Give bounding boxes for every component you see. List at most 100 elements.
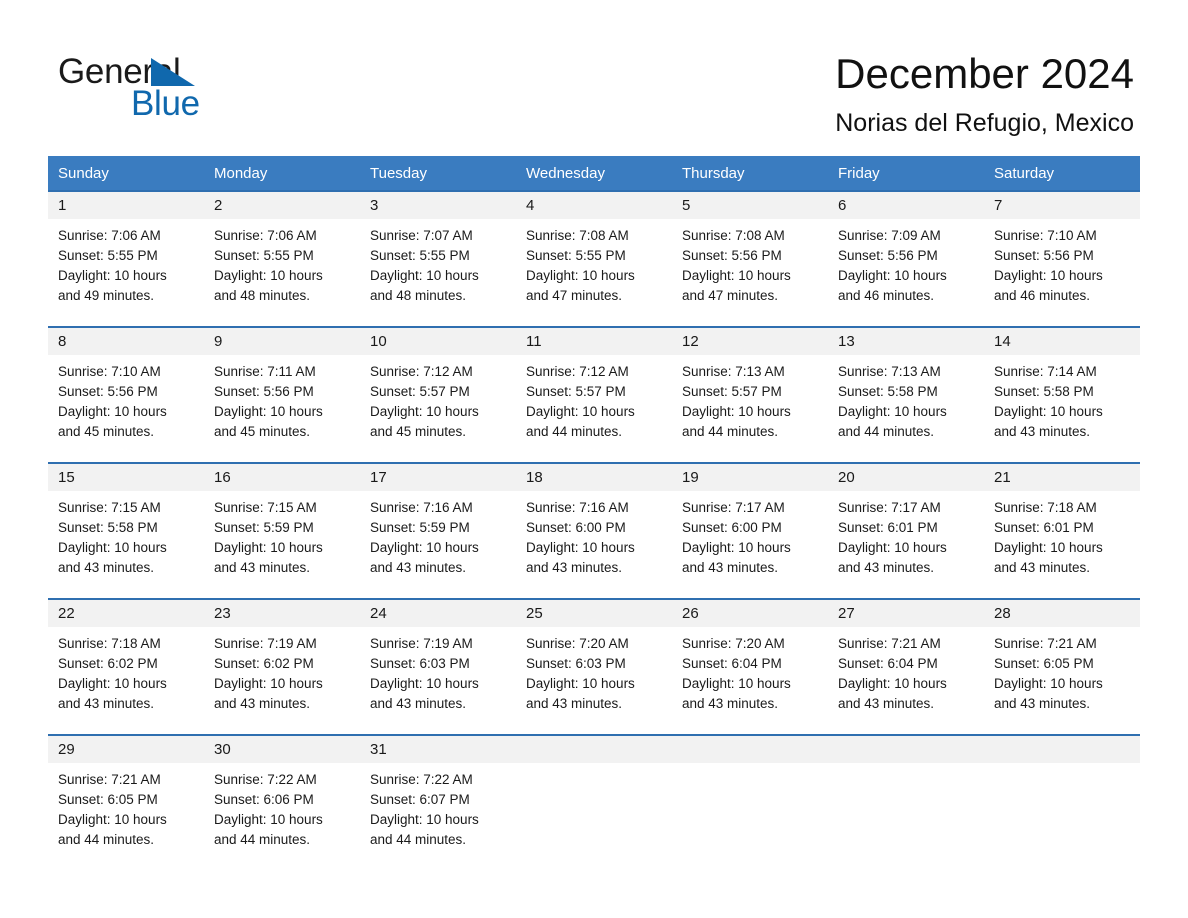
sunrise-line: Sunrise: 7:22 AM bbox=[370, 772, 473, 787]
day-number: 19 bbox=[672, 464, 828, 491]
sunrise-line: Sunrise: 7:15 AM bbox=[58, 500, 161, 515]
day-number: 17 bbox=[360, 464, 516, 491]
day-cell[interactable]: 7 Sunrise: 7:10 AM Sunset: 5:56 PM Daylight… bbox=[984, 190, 1140, 309]
day-details: Sunrise: 7:12 AM Sunset: 5:57 PM Daylight:… bbox=[516, 355, 672, 442]
daylight-line-1: Daylight: 10 hours bbox=[370, 540, 479, 555]
generalblue-logo[interactable]: General Blue bbox=[58, 52, 318, 124]
sunrise-line: Sunrise: 7:08 AM bbox=[682, 228, 785, 243]
day-number: 11 bbox=[516, 328, 672, 355]
day-details: Sunrise: 7:21 AM Sunset: 6:05 PM Daylight:… bbox=[48, 763, 204, 850]
day-cell[interactable]: 11 Sunrise: 7:12 AM Sunset: 5:57 PM Dayligh… bbox=[516, 326, 672, 445]
page-header: General Blue December 2024 Norias del Re… bbox=[0, 0, 1188, 156]
day-details: Sunrise: 7:21 AM Sunset: 6:05 PM Daylight:… bbox=[984, 627, 1140, 714]
day-cell[interactable]: 8 Sunrise: 7:10 AM Sunset: 5:56 PM Daylight… bbox=[48, 326, 204, 445]
day-cell[interactable]: 2 Sunrise: 7:06 AM Sunset: 5:55 PM Daylight… bbox=[204, 190, 360, 309]
daylight-line-2: and 43 minutes. bbox=[58, 560, 155, 575]
day-cell[interactable]: 20 Sunrise: 7:17 AM Sunset: 6:01 PM Dayligh… bbox=[828, 462, 984, 581]
day-details: Sunrise: 7:13 AM Sunset: 5:57 PM Daylight:… bbox=[672, 355, 828, 442]
day-cell-empty bbox=[672, 734, 828, 853]
day-cell[interactable]: 3 Sunrise: 7:07 AM Sunset: 5:55 PM Daylight… bbox=[360, 190, 516, 309]
day-number: 8 bbox=[48, 328, 204, 355]
week-gap bbox=[48, 581, 1140, 599]
day-cell[interactable]: 25 Sunrise: 7:20 AM Sunset: 6:03 PM Dayligh… bbox=[516, 598, 672, 717]
day-cell[interactable]: 22 Sunrise: 7:18 AM Sunset: 6:02 PM Dayligh… bbox=[48, 598, 204, 717]
daylight-line-2: and 47 minutes. bbox=[526, 288, 623, 303]
day-cell[interactable]: 5 Sunrise: 7:08 AM Sunset: 5:56 PM Daylight… bbox=[672, 190, 828, 309]
daylight-line-2: and 43 minutes. bbox=[682, 560, 779, 575]
day-cell[interactable]: 4 Sunrise: 7:08 AM Sunset: 5:55 PM Daylight… bbox=[516, 190, 672, 309]
day-cell[interactable]: 24 Sunrise: 7:19 AM Sunset: 6:03 PM Dayligh… bbox=[360, 598, 516, 717]
sunset-line: Sunset: 5:57 PM bbox=[682, 384, 782, 399]
sunset-line: Sunset: 6:04 PM bbox=[682, 656, 782, 671]
day-cell[interactable]: 23 Sunrise: 7:19 AM Sunset: 6:02 PM Dayligh… bbox=[204, 598, 360, 717]
sunrise-line: Sunrise: 7:10 AM bbox=[994, 228, 1097, 243]
sunset-line: Sunset: 6:07 PM bbox=[370, 792, 470, 807]
day-details: Sunrise: 7:20 AM Sunset: 6:03 PM Daylight:… bbox=[516, 627, 672, 714]
day-cell[interactable]: 1 Sunrise: 7:06 AM Sunset: 5:55 PM Daylight… bbox=[48, 190, 204, 309]
day-number: 23 bbox=[204, 600, 360, 627]
sunset-line: Sunset: 6:05 PM bbox=[58, 792, 158, 807]
sunrise-line: Sunrise: 7:20 AM bbox=[682, 636, 785, 651]
day-details bbox=[516, 763, 672, 770]
triangle-flag-icon bbox=[151, 58, 195, 86]
day-cell[interactable]: 27 Sunrise: 7:21 AM Sunset: 6:04 PM Dayligh… bbox=[828, 598, 984, 717]
day-details: Sunrise: 7:19 AM Sunset: 6:02 PM Daylight:… bbox=[204, 627, 360, 714]
day-details: Sunrise: 7:11 AM Sunset: 5:56 PM Daylight:… bbox=[204, 355, 360, 442]
day-cell[interactable]: 17 Sunrise: 7:16 AM Sunset: 5:59 PM Dayligh… bbox=[360, 462, 516, 581]
sunrise-line: Sunrise: 7:11 AM bbox=[214, 364, 316, 379]
sunset-line: Sunset: 5:56 PM bbox=[838, 248, 938, 263]
calendar-page: General Blue December 2024 Norias del Re… bbox=[0, 0, 1188, 918]
sunrise-line: Sunrise: 7:06 AM bbox=[214, 228, 317, 243]
daylight-line-2: and 43 minutes. bbox=[994, 560, 1091, 575]
day-cell[interactable]: 9 Sunrise: 7:11 AM Sunset: 5:56 PM Daylight… bbox=[204, 326, 360, 445]
day-number: 30 bbox=[204, 736, 360, 763]
daylight-line-2: and 43 minutes. bbox=[214, 696, 311, 711]
sunset-line: Sunset: 6:00 PM bbox=[682, 520, 782, 535]
day-number bbox=[672, 736, 828, 763]
day-cell[interactable]: 18 Sunrise: 7:16 AM Sunset: 6:00 PM Dayligh… bbox=[516, 462, 672, 581]
sunrise-line: Sunrise: 7:14 AM bbox=[994, 364, 1097, 379]
daylight-line-1: Daylight: 10 hours bbox=[838, 268, 947, 283]
day-details: Sunrise: 7:17 AM Sunset: 6:00 PM Daylight:… bbox=[672, 491, 828, 578]
day-details bbox=[984, 763, 1140, 770]
sunrise-line: Sunrise: 7:21 AM bbox=[58, 772, 161, 787]
daylight-line-1: Daylight: 10 hours bbox=[682, 404, 791, 419]
day-cell[interactable]: 29 Sunrise: 7:21 AM Sunset: 6:05 PM Dayligh… bbox=[48, 734, 204, 853]
day-details: Sunrise: 7:22 AM Sunset: 6:06 PM Daylight:… bbox=[204, 763, 360, 850]
day-number: 24 bbox=[360, 600, 516, 627]
day-cell[interactable]: 12 Sunrise: 7:13 AM Sunset: 5:57 PM Dayligh… bbox=[672, 326, 828, 445]
week-row: 1 Sunrise: 7:06 AM Sunset: 5:55 PM Daylight… bbox=[48, 190, 1140, 309]
sunrise-line: Sunrise: 7:07 AM bbox=[370, 228, 473, 243]
day-details bbox=[672, 763, 828, 770]
day-details bbox=[828, 763, 984, 770]
sunset-line: Sunset: 6:03 PM bbox=[370, 656, 470, 671]
day-cell[interactable]: 30 Sunrise: 7:22 AM Sunset: 6:06 PM Dayligh… bbox=[204, 734, 360, 853]
day-number: 4 bbox=[516, 192, 672, 219]
day-details: Sunrise: 7:13 AM Sunset: 5:58 PM Daylight:… bbox=[828, 355, 984, 442]
day-cell[interactable]: 14 Sunrise: 7:14 AM Sunset: 5:58 PM Dayligh… bbox=[984, 326, 1140, 445]
day-cell[interactable]: 6 Sunrise: 7:09 AM Sunset: 5:56 PM Daylight… bbox=[828, 190, 984, 309]
daylight-line-2: and 44 minutes. bbox=[838, 424, 935, 439]
sunset-line: Sunset: 6:01 PM bbox=[838, 520, 938, 535]
day-number: 29 bbox=[48, 736, 204, 763]
day-number: 1 bbox=[48, 192, 204, 219]
day-cell[interactable]: 28 Sunrise: 7:21 AM Sunset: 6:05 PM Dayligh… bbox=[984, 598, 1140, 717]
day-details: Sunrise: 7:14 AM Sunset: 5:58 PM Daylight:… bbox=[984, 355, 1140, 442]
day-cell[interactable]: 31 Sunrise: 7:22 AM Sunset: 6:07 PM Dayligh… bbox=[360, 734, 516, 853]
day-number: 18 bbox=[516, 464, 672, 491]
day-cell[interactable]: 26 Sunrise: 7:20 AM Sunset: 6:04 PM Dayligh… bbox=[672, 598, 828, 717]
daylight-line-2: and 45 minutes. bbox=[58, 424, 155, 439]
day-cell[interactable]: 21 Sunrise: 7:18 AM Sunset: 6:01 PM Dayligh… bbox=[984, 462, 1140, 581]
day-cell[interactable]: 13 Sunrise: 7:13 AM Sunset: 5:58 PM Dayligh… bbox=[828, 326, 984, 445]
day-number: 25 bbox=[516, 600, 672, 627]
day-cell[interactable]: 16 Sunrise: 7:15 AM Sunset: 5:59 PM Dayligh… bbox=[204, 462, 360, 581]
page-subtitle: Norias del Refugio, Mexico bbox=[835, 109, 1134, 137]
day-cell[interactable]: 10 Sunrise: 7:12 AM Sunset: 5:57 PM Dayligh… bbox=[360, 326, 516, 445]
week-gap bbox=[48, 717, 1140, 735]
sunrise-line: Sunrise: 7:18 AM bbox=[994, 500, 1097, 515]
day-cell[interactable]: 19 Sunrise: 7:17 AM Sunset: 6:00 PM Dayligh… bbox=[672, 462, 828, 581]
day-details: Sunrise: 7:16 AM Sunset: 6:00 PM Daylight:… bbox=[516, 491, 672, 578]
day-number: 7 bbox=[984, 192, 1140, 219]
day-cell[interactable]: 15 Sunrise: 7:15 AM Sunset: 5:58 PM Dayligh… bbox=[48, 462, 204, 581]
daylight-line-2: and 43 minutes. bbox=[838, 560, 935, 575]
